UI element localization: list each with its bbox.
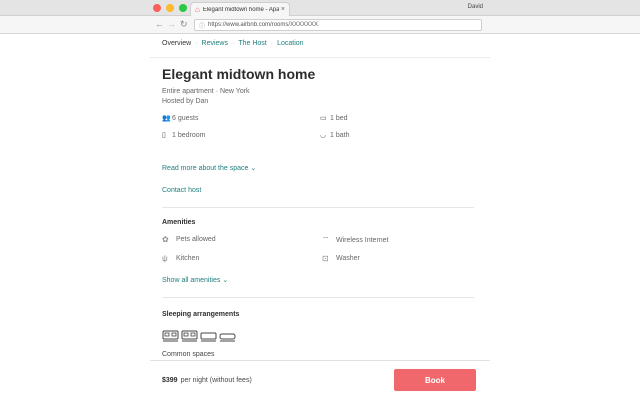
reload-icon[interactable]: ↻ [180,19,188,30]
read-more-link[interactable]: Read more about the space ⌄ [162,164,256,172]
sleeping-arrangements-title: Sleeping arrangements [162,311,240,318]
browser-tab[interactable]: ⌂ Elegant midtown home - Apart × [190,2,290,16]
sofa-bed-icon [219,333,236,342]
guests-icon: 👥 [162,115,171,122]
amenity-pets: ✿ Pets allowed [162,235,216,244]
fork-knife-icon: ψ [162,254,168,263]
tab-title: Elegant midtown home - Apart [202,6,279,13]
fact-beds-label: 1 bed [330,114,348,122]
listing-host: Hosted by Dan [162,98,209,105]
subnav-separator: · [195,40,198,47]
bed-icon: ▭ [320,115,327,122]
subnav-overview[interactable]: Overview [162,40,191,47]
airbnb-favicon-icon: ⌂ [195,5,200,14]
read-more-label: Read more about the space [162,165,249,172]
bedroom-door-icon: ▯ [162,132,166,139]
price-amount: $399 [162,377,178,384]
listing-type: Entire apartment · New York [162,88,250,95]
section-divider [162,207,474,208]
fact-beds: ▭ 1 bed [320,114,348,123]
amenity-washer: ⊡ Washer [322,254,360,263]
fact-baths: ◡ 1 bath [320,131,350,140]
double-bed-icon [181,330,198,342]
price-note: per night (without fees) [180,377,252,384]
bath-icon: ◡ [320,132,327,139]
subnav-the-host[interactable]: The Host [238,40,266,47]
subnav-reviews[interactable]: Reviews [202,40,228,47]
amenity-wifi: ⌔ Wireless Internet [322,235,389,245]
subnav-divider [150,57,490,58]
amenity-kitchen-label: Kitchen [176,255,200,262]
book-button[interactable]: Book [394,369,476,391]
listing-subnav: Overview · Reviews · The Host · Location [162,40,304,47]
show-all-amenities-label: Show all amenities [162,277,221,284]
wifi-icon: ⌔ [322,235,330,244]
chevron-down-icon: ⌄ [250,165,257,172]
address-bar[interactable]: ⓘ https://www.airbnb.com/rooms/XXXXXXX [194,19,482,31]
browser-toolbar: ← → ↻ ⓘ https://www.airbnb.com/rooms/XXX… [0,16,640,34]
sleeping-bed-icons [162,330,236,343]
fact-guests-label: 6 guests [172,114,199,122]
page-info-icon[interactable]: ⓘ [199,21,205,30]
amenity-washer-label: Washer [336,255,360,262]
fact-bedrooms: ▯ 1 bedroom [162,131,206,140]
section-divider [162,297,474,298]
fact-guests: 👥 6 guests [162,114,199,123]
paw-icon: ✿ [162,235,169,244]
chevron-down-icon: ⌄ [222,277,229,284]
amenity-wifi-label: Wireless Internet [336,236,389,244]
amenity-kitchen: ψ Kitchen [162,254,199,263]
back-arrow-icon[interactable]: ← [155,19,164,29]
subnav-separator: · [231,40,235,47]
fact-baths-label: 1 bath [330,131,350,139]
minimize-window-button[interactable] [166,4,174,12]
tab-close-icon[interactable]: × [281,6,285,13]
close-window-button[interactable] [153,4,161,12]
url-text: https://www.airbnb.com/rooms/XXXXXXX [208,22,319,28]
browser-user-name[interactable]: David [468,4,483,10]
subnav-location[interactable]: Location [277,40,303,47]
amenities-title: Amenities [162,219,196,226]
browser-titlebar: ⌂ Elegant midtown home - Apart × David [0,0,640,16]
washer-icon: ⊡ [322,254,329,263]
sofa-bed-icon [200,332,217,342]
contact-host-link[interactable]: Contact host [162,187,201,194]
double-bed-icon [162,330,179,342]
forward-arrow-icon[interactable]: → [167,19,176,29]
show-all-amenities-link[interactable]: Show all amenities ⌄ [162,276,228,284]
amenity-pets-label: Pets allowed [176,236,216,243]
price-summary: $399 per night (without fees) [162,377,252,384]
booking-footer: $399 per night (without fees) Book [150,360,490,400]
common-spaces-label: Common spaces [162,351,215,358]
listing-title: Elegant midtown home [162,66,316,82]
subnav-separator: · [270,40,274,47]
fact-bedrooms-label: 1 bedroom [172,131,206,139]
maximize-window-button[interactable] [179,4,187,12]
